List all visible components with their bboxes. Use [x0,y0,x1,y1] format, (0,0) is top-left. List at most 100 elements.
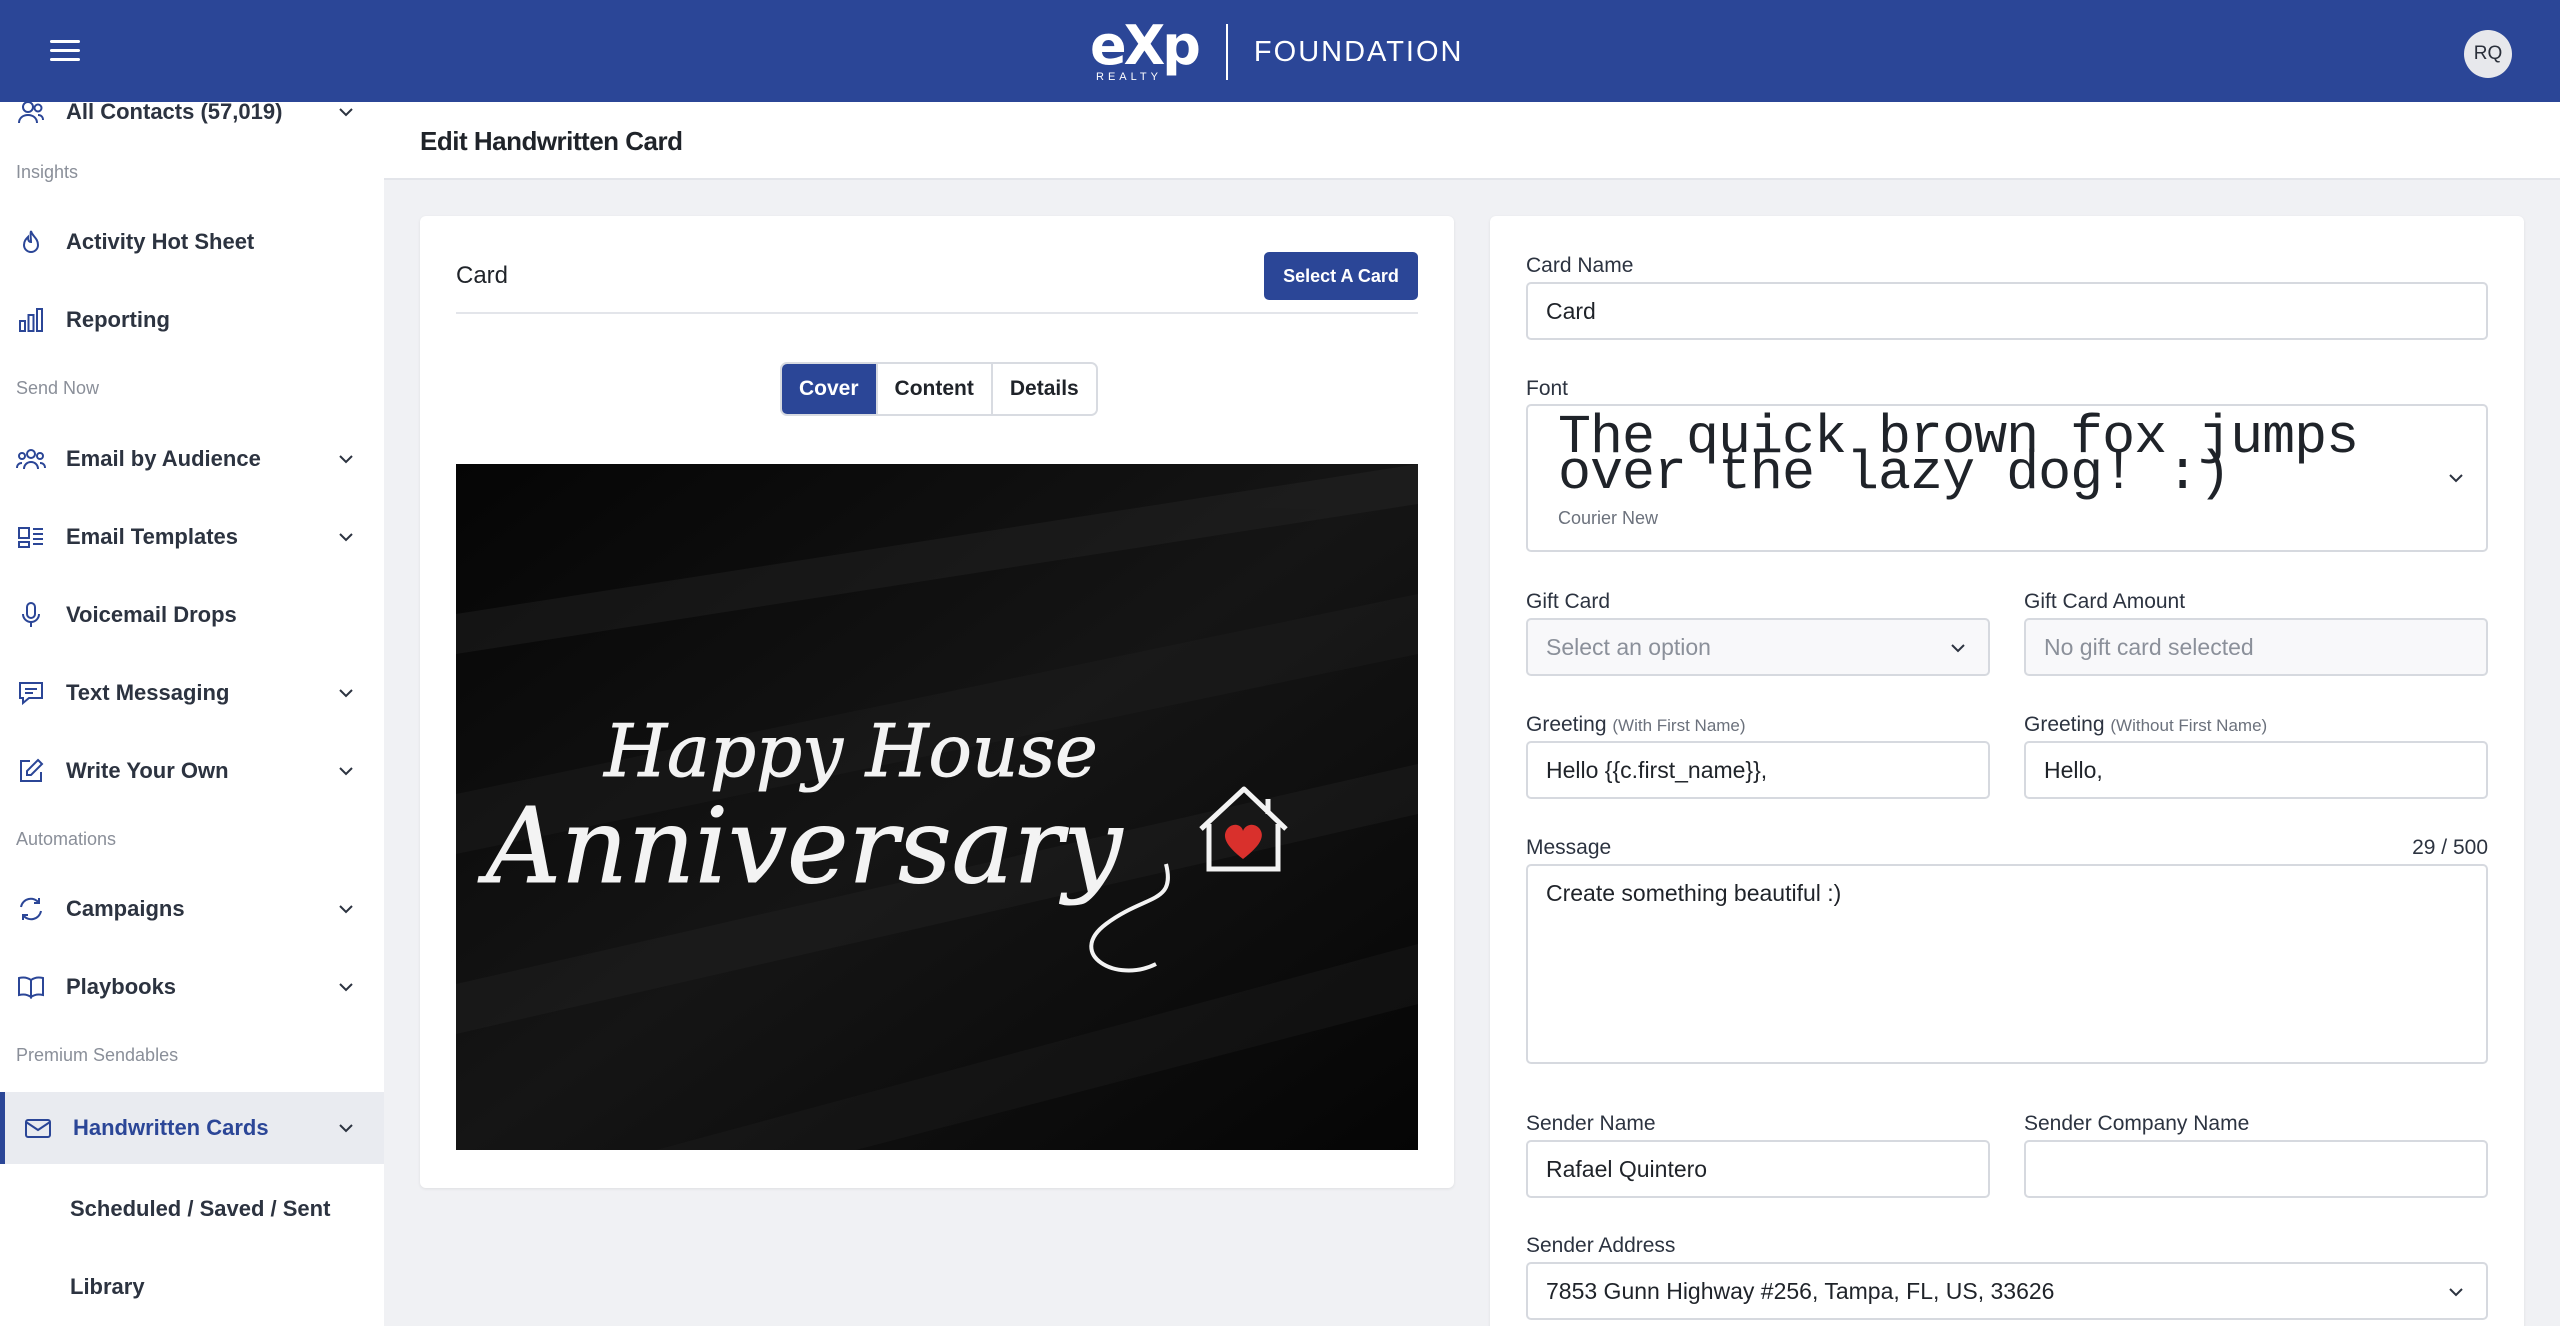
sender-name-label: Sender Name [1526,1112,1656,1135]
card-preview-panel: Card Select A Card Cover Content Details [420,216,1454,1188]
sidebar-item-label: Activity Hot Sheet [66,229,255,254]
gift-card-amount-input[interactable]: No gift card selected [2024,618,2488,676]
sidebar-subitem-library[interactable]: Library [70,1274,145,1300]
sidebar-section-premium-sendables: Premium Sendables [16,1045,179,1065]
logo-divider [1225,24,1228,80]
sidebar-section-automations: Automations [16,829,117,849]
sender-address-select[interactable]: 7853 Gunn Highway #256, Tampa, FL, US, 3… [1526,1262,2488,1320]
sidebar-item-label: Voicemail Drops [66,602,237,627]
tab-cover[interactable]: Cover [782,364,878,414]
microphone-icon [16,600,46,630]
chevron-down-icon [1951,644,1965,653]
gift-card-amount-label: Gift Card Amount [2024,590,2186,613]
chevron-down-icon [2449,1288,2463,1297]
divider [456,312,1418,314]
font-label: Font [1526,377,1569,400]
card-cover-image: Happy House Anniversary [456,464,1418,1150]
sidebar-item-activity-hot-sheet[interactable]: Activity Hot Sheet [0,210,384,274]
select-card-button[interactable]: Select A Card [1264,252,1418,300]
exp-foundation-logo[interactable]: eXp REALTY FOUNDATION [1090,14,1464,84]
refresh-icon [16,894,46,924]
sidebar-item-text-messaging[interactable]: Text Messaging [0,661,384,725]
pencil-square-icon [16,756,46,786]
logo-foundation-text: FOUNDATION [1253,35,1464,68]
sidebar-item-voicemail-drops[interactable]: Voicemail Drops [0,583,384,647]
page-header: Edit Handwritten Card [384,102,2560,180]
tab-content[interactable]: Content [877,364,993,414]
greeting-first-hint: (With First Name) [1612,716,1746,735]
card-form-panel: Card Name Card Font The quick brown fox … [1490,216,2524,1326]
card-name-label: Card Name [1526,254,1634,277]
sidebar-item-label: Email by Audience [66,446,261,471]
sender-company-input[interactable] [2024,1140,2488,1198]
chevron-down-icon [339,983,353,992]
cover-text-line2: Anniversary [478,785,1123,907]
chevron-down-icon [339,767,353,776]
page-title: Edit Handwritten Card [420,126,683,156]
greeting-nofirst-hint: (Without First Name) [2110,716,2268,735]
sidebar-item-campaigns[interactable]: Campaigns [0,877,384,941]
chevron-down-icon [339,108,353,117]
sidebar-item-label: Email Templates [66,524,238,549]
chat-bubble-icon [16,678,46,708]
sidebar-section-insights: Insights [16,162,79,182]
greeting-first-name-label: Greeting (With First Name) [1526,713,1746,737]
sidebar-item-label: Handwritten Cards [73,1115,269,1140]
message-label: Message [1526,836,1612,859]
sender-company-label: Sender Company Name [2024,1112,2250,1135]
chevron-down-icon [339,1124,353,1133]
message-char-counter: 29 / 500 [2412,836,2488,859]
message-textarea[interactable]: Create something beautiful :) [1526,864,2488,1064]
audience-icon [16,444,46,474]
sidebar-item-handwritten-cards[interactable]: Handwritten Cards [0,1092,384,1164]
logo-realty-text: REALTY [1096,71,1162,83]
sidebar-item-reporting[interactable]: Reporting [0,288,384,352]
chevron-down-icon [339,905,353,914]
chevron-down-icon [339,533,353,542]
sidebar-item-label: Reporting [66,307,170,332]
envelope-icon [23,1113,53,1143]
logo-exp-text: eXp [1090,14,1201,77]
greeting-label-text: Greeting [2024,713,2105,736]
sidebar-section-send-now: Send Now [16,378,100,398]
greeting-no-first-name-label: Greeting (Without First Name) [2024,713,2267,737]
font-sample-text: The quick brown fox jumps over the lazy … [1558,406,2359,505]
bar-chart-icon [16,305,46,335]
cover-text-line1: Happy House [602,709,1098,793]
sidebar-item-email-by-audience[interactable]: Email by Audience [0,427,384,491]
sidebar-item-label: Write Your Own [66,758,229,783]
chevron-down-icon [339,455,353,464]
gift-card-label: Gift Card [1526,590,1611,613]
sender-address-label: Sender Address [1526,1234,1676,1257]
card-view-tabs: Cover Content Details [780,362,1098,416]
greeting-first-name-input[interactable]: Hello {{c.first_name}}, [1526,741,1990,799]
sidebar-item-label: Campaigns [66,896,185,921]
book-open-icon [16,972,46,1002]
greeting-no-first-name-input[interactable]: Hello, [2024,741,2488,799]
card-name-input[interactable]: Card [1526,282,2488,340]
sidebar: All Contacts (57,019) Insights Activity … [0,102,384,1326]
menu-icon[interactable] [50,40,80,62]
user-avatar[interactable]: RQ [2464,30,2512,78]
chevron-down-icon [2449,474,2463,483]
tab-details[interactable]: Details [992,364,1096,414]
sidebar-item-label: Playbooks [66,974,177,999]
sender-name-input[interactable]: Rafael Quintero [1526,1140,1990,1198]
sidebar-item-all-contacts[interactable]: All Contacts (57,019) [0,102,384,144]
font-name-text: Courier New [1558,508,1659,528]
font-select[interactable]: The quick brown fox jumps over the lazy … [1526,404,2488,552]
gift-card-select[interactable]: Select an option [1526,618,1990,676]
flame-icon [16,227,46,257]
sidebar-subitem-scheduled[interactable]: Scheduled / Saved / Sent [70,1196,330,1222]
sidebar-item-write-your-own[interactable]: Write Your Own [0,739,384,803]
sender-address-value: 7853 Gunn Highway #256, Tampa, FL, US, 3… [1546,1277,2055,1304]
card-panel-title: Card [456,262,509,289]
template-icon [16,522,46,552]
top-bar: eXp REALTY FOUNDATION RQ [0,0,2560,102]
chevron-down-icon [339,689,353,698]
sidebar-item-email-templates[interactable]: Email Templates [0,505,384,569]
sidebar-item-playbooks[interactable]: Playbooks [0,955,384,1019]
sidebar-item-label: Text Messaging [66,680,230,705]
gift-card-select-value: Select an option [1546,633,1711,660]
greeting-label-text: Greeting [1526,713,1607,736]
